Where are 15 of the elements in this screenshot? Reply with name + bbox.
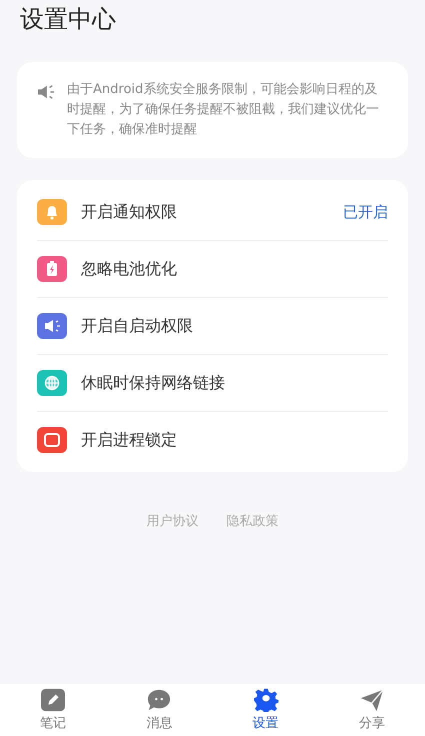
- nav-tab[interactable]: 分享: [318, 684, 425, 736]
- setting-label[interactable]: 休眠时保持网络链接: [81, 372, 388, 394]
- page-title: 设置中心: [19, 4, 117, 35]
- setting-label[interactable]: 开启通知权限: [81, 202, 343, 222]
- speaker-icon: [37, 84, 55, 100]
- setting-label[interactable]: 忽略电池优化: [81, 258, 388, 280]
- nav-tab[interactable]: 笔记: [0, 684, 106, 736]
- notice-text: 由于Android系统安全服务限制，可能会影响日程的及时提醒，为了确保任务提醒不被阻截，我们建议优化一下任务，确保准时提醒: [67, 81, 380, 139]
- nav-tab[interactable]: 消息: [106, 684, 212, 736]
- pencil-icon: [39, 688, 68, 712]
- setting-label[interactable]: 开启进程锁定: [81, 430, 388, 450]
- setting-label[interactable]: 开启自启动权限: [81, 316, 388, 336]
- gear-icon: [252, 688, 280, 712]
- nav-tab[interactable]: 设置: [212, 684, 319, 736]
- status-text: 已开启: [343, 202, 388, 222]
